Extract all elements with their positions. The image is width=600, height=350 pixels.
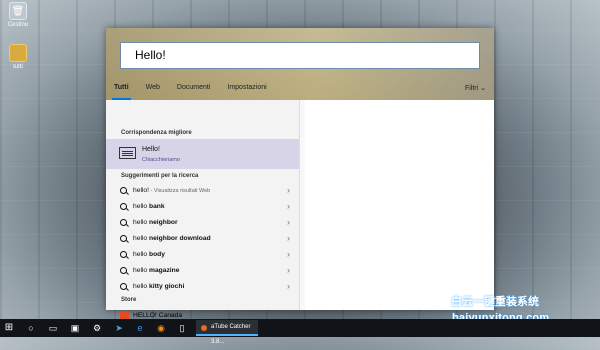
store-result-label: HELLO! Canada	[133, 312, 183, 319]
atube-catcher-taskbar-button[interactable]: aTube Catcher 3.8...	[196, 320, 258, 345]
suggestions-heading: Suggerimenti per la ricerca	[121, 173, 199, 179]
folder-icon	[9, 44, 27, 62]
search-icon	[120, 203, 127, 210]
search-icon	[120, 251, 127, 258]
tab-all[interactable]: Tutti	[112, 84, 131, 100]
suggestion-label: hello body	[133, 251, 165, 258]
search-icon	[120, 235, 127, 242]
suggestion-label: hello! - Visualizza risultati Web	[133, 187, 211, 194]
chevron-down-icon: ⌄	[480, 84, 486, 92]
best-match-title: Hello!	[142, 146, 160, 153]
tab-settings[interactable]: Impostazioni	[227, 84, 266, 91]
suggestion-label: hello bank	[133, 203, 165, 210]
search-tabs: Tutti Web Documenti Impostazioni Filtri …	[106, 75, 494, 100]
tab-web[interactable]: Web	[146, 84, 160, 91]
edge-icon[interactable]: e	[134, 322, 146, 334]
tab-documents[interactable]: Documenti	[177, 84, 210, 91]
search-input[interactable]: Hello!	[120, 42, 480, 69]
best-match-subtitle: Chiacchieriamo	[142, 157, 180, 163]
tutti-folder-desktop-icon[interactable]: tutti	[3, 44, 33, 70]
search-panel: Hello! Tutti Web Documenti Impostazioni …	[106, 28, 494, 320]
suggestion-item[interactable]: hello kitty giochi ›	[106, 279, 299, 295]
suggestion-item[interactable]: hello! - Visualizza risultati Web ›	[106, 183, 299, 199]
chevron-right-icon: ›	[287, 249, 290, 259]
search-icon	[120, 267, 127, 274]
suggestion-label: hello magazine	[133, 267, 180, 274]
search-icon	[120, 219, 127, 226]
suggestion-item[interactable]: hello neighbor download ›	[106, 231, 299, 247]
filters-dropdown[interactable]: Filtri ⌄	[465, 84, 486, 92]
preview-pane	[305, 100, 494, 310]
search-icon	[120, 187, 127, 194]
recycle-bin-label: Cestino	[7, 22, 29, 28]
chat-icon	[119, 147, 136, 159]
chevron-right-icon: ›	[287, 185, 290, 195]
store-heading: Store	[121, 297, 137, 303]
suggestion-label: hello neighbor download	[133, 235, 211, 242]
telegram-icon[interactable]: ➤	[113, 322, 125, 334]
folder-label: tutti	[13, 64, 23, 70]
windows-icon[interactable]: ⊞	[3, 322, 15, 334]
firefox-icon[interactable]: ◉	[155, 322, 167, 334]
chevron-right-icon: ›	[287, 265, 290, 275]
recycle-bin-icon: 🗑	[9, 2, 27, 20]
suggestion-item[interactable]: hello magazine ›	[106, 263, 299, 279]
best-match-heading: Corrispondenza migliore	[121, 130, 192, 136]
file-explorer-icon[interactable]: ▣	[69, 322, 81, 334]
suggestion-item[interactable]: hello neighbor ›	[106, 215, 299, 231]
search-header: Hello! Tutti Web Documenti Impostazioni …	[106, 28, 494, 100]
cortana-icon[interactable]: ○	[25, 322, 37, 334]
watermark-text: 白云一键重装系统	[451, 296, 539, 308]
filters-label: Filtri	[464, 84, 479, 92]
recycle-bin-desktop-icon[interactable]: 🗑 Cestino	[3, 2, 33, 28]
task-view-icon[interactable]: ▭	[47, 322, 59, 334]
search-icon	[120, 283, 127, 290]
taskbar: ⊞ ○ ▭ ▣ ⚙ ➤ e ◉ ▯ aTube Catcher 3.8...	[0, 319, 600, 345]
suggestion-item[interactable]: hello body ›	[106, 247, 299, 263]
chevron-right-icon: ›	[287, 217, 290, 227]
results-list: Corrispondenza migliore Hello! Chiacchie…	[106, 100, 300, 320]
phone-icon[interactable]: ▯	[176, 322, 188, 334]
settings-icon[interactable]: ⚙	[91, 322, 103, 334]
chevron-right-icon: ›	[287, 281, 290, 291]
suggestion-label: hello neighbor	[133, 219, 178, 226]
chevron-right-icon: ›	[287, 201, 290, 211]
suggestion-item[interactable]: hello bank ›	[106, 199, 299, 215]
suggestion-label: hello kitty giochi	[133, 283, 185, 290]
best-match-item[interactable]: Hello! Chiacchieriamo	[106, 139, 299, 169]
chevron-right-icon: ›	[287, 233, 290, 243]
